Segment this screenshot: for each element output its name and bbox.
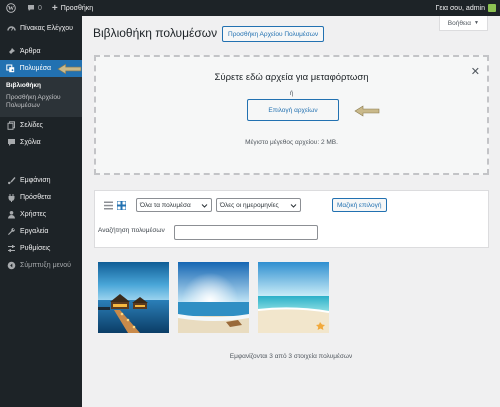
wordpress-logo-icon[interactable]: W bbox=[0, 0, 22, 16]
menu-posts[interactable]: Άρθρα bbox=[0, 43, 82, 60]
search-label: Αναζήτηση πολυμέσων bbox=[98, 227, 165, 234]
menu-label: Σελίδες bbox=[20, 122, 43, 129]
avatar bbox=[488, 4, 496, 12]
or-separator: ή bbox=[289, 90, 294, 97]
admin-bar: W 0 + Προσθήκη Γεια σου, admin bbox=[0, 0, 500, 16]
media-type-filter-value: Όλα τα πολυμέσα bbox=[140, 201, 191, 209]
plugins-icon bbox=[6, 193, 16, 203]
submenu-add-new[interactable]: Προσθήκη Αρχείου Πολυμέσων bbox=[0, 92, 82, 112]
media-toolbar: Όλα τα πολυμέσα Όλες οι ημερομηνίες Μαζι… bbox=[94, 190, 489, 248]
drop-instructions: Σύρετε εδώ αρχεία για μεταφόρτωση bbox=[214, 72, 369, 83]
page-title: Βιβλιοθήκη πολυμέσων bbox=[93, 26, 218, 40]
menu-label: Άρθρα bbox=[20, 48, 41, 55]
collapse-icon bbox=[6, 261, 16, 271]
media-search-input[interactable] bbox=[174, 225, 318, 240]
chevron-down-icon bbox=[290, 204, 297, 208]
media-thumbnail-beach[interactable] bbox=[178, 262, 249, 333]
submenu-library[interactable]: Βιβλιοθήκη bbox=[0, 80, 82, 92]
date-filter[interactable]: Όλες οι ημερομηνίες bbox=[216, 198, 301, 212]
bulk-select-button[interactable]: Μαζική επιλογή bbox=[332, 198, 387, 212]
grid-view-icon[interactable] bbox=[117, 201, 126, 210]
menu-pages[interactable]: Σελίδες bbox=[0, 117, 82, 134]
add-new-media-button[interactable]: Προσθήκη Αρχείου Πολυμέσων bbox=[222, 26, 325, 42]
media-submenu: Βιβλιοθήκη Προσθήκη Αρχείου Πολυμέσων bbox=[0, 77, 82, 117]
menu-plugins[interactable]: Πρόσθετα bbox=[0, 189, 82, 206]
comments-icon bbox=[6, 138, 16, 148]
menu-label: Πρόσθετα bbox=[20, 194, 51, 201]
menu-label: Χρήστες bbox=[20, 211, 47, 218]
pointer-arrow-icon bbox=[57, 63, 82, 74]
chevron-down-icon bbox=[201, 204, 208, 208]
comments-link[interactable]: 0 bbox=[22, 0, 47, 16]
menu-tools[interactable]: Εργαλεία bbox=[0, 223, 82, 240]
media-type-filter[interactable]: Όλα τα πολυμέσα bbox=[136, 198, 212, 212]
menu-appearance[interactable]: Εμφάνιση bbox=[0, 172, 82, 189]
menu-label: Σχόλια bbox=[20, 139, 41, 146]
menu-users[interactable]: Χρήστες bbox=[0, 206, 82, 223]
pages-icon bbox=[6, 121, 16, 131]
max-upload-size: Μέγιστο μέγεθος αρχείου: 2 MB. bbox=[245, 139, 338, 146]
pointer-arrow-icon bbox=[354, 105, 380, 117]
menu-label: Σύμπτυξη μενού bbox=[20, 262, 71, 269]
pin-icon bbox=[6, 47, 16, 57]
menu-label: Ρυθμίσεις bbox=[20, 245, 51, 252]
menu-media[interactable]: Πολυμέσα bbox=[0, 60, 82, 77]
media-thumbnail-shore[interactable] bbox=[258, 262, 329, 333]
main-content: Βοήθεια ▼ Βιβλιοθήκη πολυμέσων Προσθήκη … bbox=[82, 16, 500, 407]
dashboard-icon bbox=[6, 24, 16, 34]
svg-text:W: W bbox=[8, 6, 14, 12]
upload-dropzone[interactable]: ✕ Σύρετε εδώ αρχεία για μεταφόρτωση ή Επ… bbox=[94, 55, 489, 175]
appearance-icon bbox=[6, 176, 16, 186]
new-content-link[interactable]: + Προσθήκη bbox=[47, 0, 98, 16]
menu-collapse[interactable]: Σύμπτυξη μενού bbox=[0, 257, 82, 274]
settings-icon bbox=[6, 244, 16, 254]
caret-down-icon: ▼ bbox=[474, 20, 479, 26]
users-icon bbox=[6, 210, 16, 220]
media-icon bbox=[6, 64, 16, 74]
new-content-label: Προσθήκη bbox=[60, 4, 94, 12]
menu-label: Εμφάνιση bbox=[20, 177, 51, 184]
menu-settings[interactable]: Ρυθμίσεις bbox=[0, 240, 82, 257]
help-label: Βοήθεια bbox=[447, 19, 472, 27]
greeting-text: Γεια σου, admin bbox=[435, 4, 485, 12]
comment-bubble-icon bbox=[28, 5, 34, 11]
menu-label: Εργαλεία bbox=[20, 228, 49, 235]
media-count: Εμφανίζονται 3 από 3 στοιχεία πολυμέσων bbox=[229, 353, 353, 360]
comments-count: 0 bbox=[38, 4, 42, 12]
menu-label: Πολυμέσα bbox=[19, 65, 52, 72]
menu-comments[interactable]: Σχόλια bbox=[0, 134, 82, 151]
account-menu[interactable]: Γεια σου, admin bbox=[430, 0, 500, 16]
date-filter-value: Όλες οι ημερομηνίες bbox=[220, 201, 279, 209]
list-view-icon[interactable] bbox=[104, 201, 113, 210]
menu-dashboard[interactable]: Πίνακας Ελέγχου bbox=[0, 20, 82, 37]
plus-icon: + bbox=[51, 2, 58, 14]
help-tab[interactable]: Βοήθεια ▼ bbox=[438, 16, 488, 31]
tools-icon bbox=[6, 227, 16, 237]
select-files-button[interactable]: Επιλογή αρχείων bbox=[247, 99, 339, 121]
menu-label: Πίνακας Ελέγχου bbox=[20, 25, 73, 32]
admin-sidebar: Πίνακας Ελέγχου Άρθρα Πολυμέσα Βιβλιοθήκ… bbox=[0, 16, 82, 407]
media-thumbnail-resort[interactable] bbox=[98, 262, 169, 333]
